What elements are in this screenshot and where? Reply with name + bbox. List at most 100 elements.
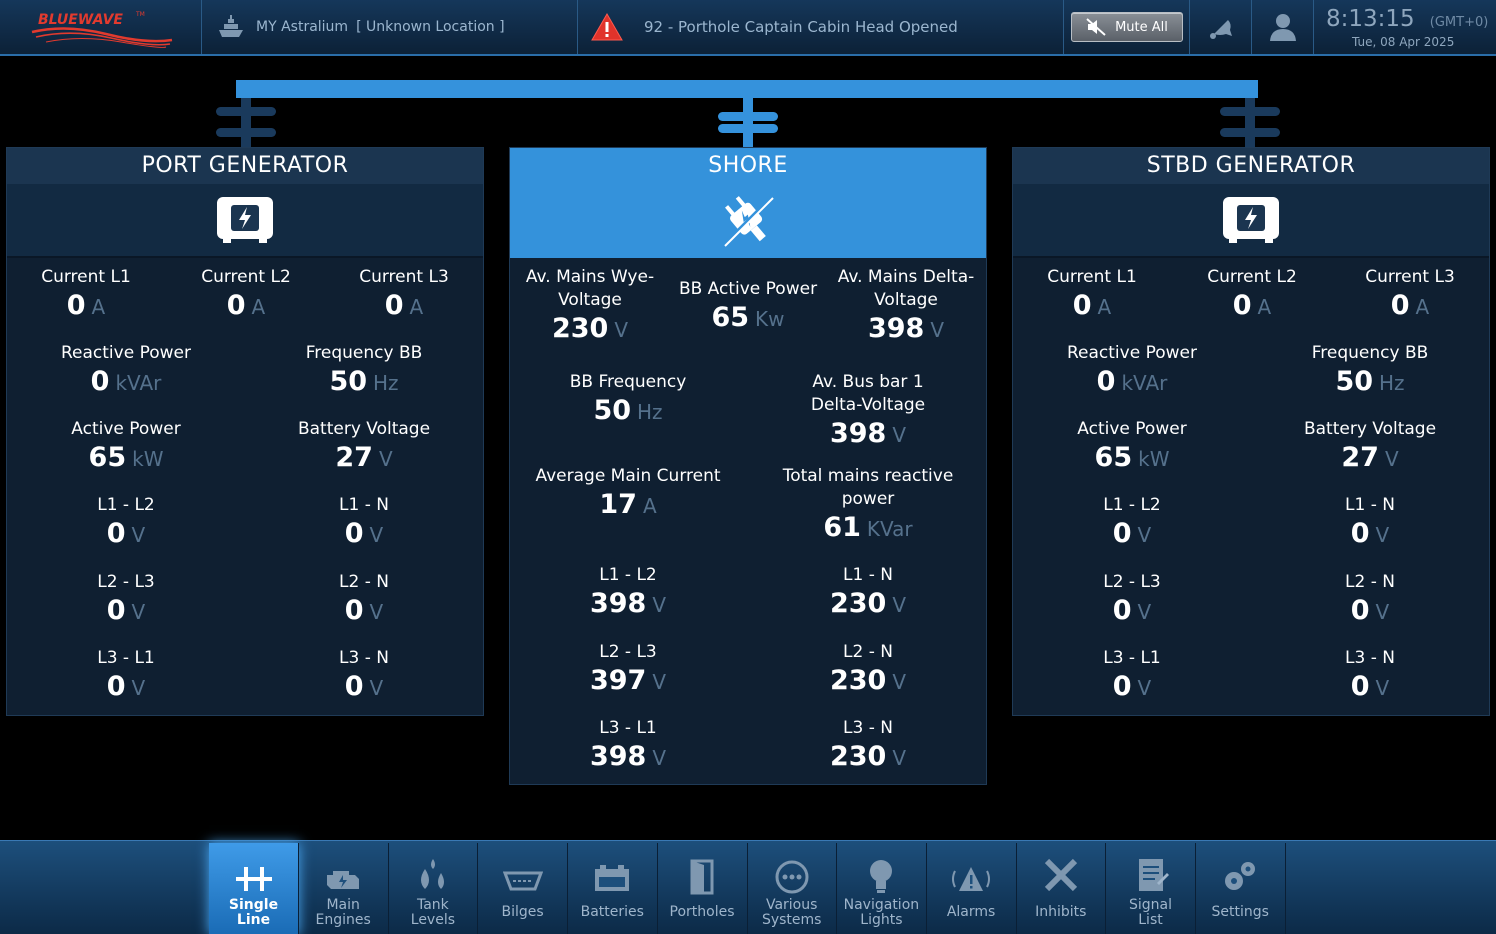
reading-field: Av. Bus bar 1 Delta-Voltage 398 V: [788, 371, 948, 452]
reading-value: 50 Hz: [548, 394, 708, 429]
shore-title: SHORE: [510, 148, 986, 184]
muted-speaker-icon: [1086, 18, 1106, 36]
reading-unit: kVAr: [1121, 371, 1168, 395]
alarm-icon: [927, 843, 1016, 895]
nav-item-various-systems[interactable]: Various Systems: [747, 843, 838, 934]
reading-unit: V: [892, 593, 907, 617]
reading-label: L1 - L2: [599, 565, 657, 585]
bilge-icon: [478, 843, 567, 895]
reading-number: 0: [1350, 518, 1370, 549]
reading-number: 0: [344, 518, 364, 549]
reading-label: Current L2: [1207, 267, 1297, 287]
single-line-screen: BLUEWAVE TM MY Astralium [ Unknown Locat…: [0, 0, 1496, 934]
reading-label: L2 - L3: [599, 642, 657, 662]
reading-field: L3 - L1 0 V: [47, 647, 205, 705]
reading-label: Reactive Power: [61, 343, 191, 363]
stbd-generator-title: STBD GENERATOR: [1013, 148, 1489, 184]
reading-number: 65: [88, 442, 127, 473]
reading-unit: V: [369, 676, 384, 700]
user-button[interactable]: [1252, 0, 1314, 54]
nav-item-main-engines[interactable]: Main Engines: [299, 843, 389, 934]
reading-unit: V: [1137, 600, 1152, 624]
nav-item-bilges[interactable]: Bilges: [478, 843, 569, 934]
reading-number: 230: [829, 741, 887, 772]
reading-number: 0: [66, 290, 86, 321]
reading-label: L1 - N: [1345, 495, 1395, 515]
reading-label: L3 - L1: [599, 718, 657, 738]
reading-value: 230 V: [788, 740, 948, 775]
reading-field: Av. Mains Wye-Voltage 230 V: [512, 266, 668, 347]
reading-label: L2 - L3: [1103, 572, 1161, 592]
shore-panel[interactable]: SHORE Av. Mains Wye-Voltage 230 V BB Active…: [509, 147, 987, 785]
reading-number: 0: [106, 518, 126, 549]
reading-field: L1 - N0V: [285, 494, 443, 552]
nav-item-signal-list[interactable]: Signal List: [1106, 843, 1196, 934]
reading-unit: A: [251, 295, 266, 319]
active-alarm-banner[interactable]: 92 - Porthole Captain Cabin Head Opened: [578, 0, 1064, 54]
nav-label: Batteries: [580, 904, 644, 920]
list-icon: [1106, 843, 1195, 895]
reading-value: 230 V: [788, 587, 948, 622]
reading-value: 0V: [285, 670, 443, 705]
nav-item-portholes[interactable]: Portholes: [658, 843, 748, 934]
nav-item-alarms[interactable]: Alarms: [927, 843, 1017, 934]
reading-number: 65: [1094, 442, 1133, 473]
yacht-icon: [219, 15, 243, 37]
reading-label: L1 - N: [339, 495, 389, 515]
reading-number: 230: [829, 665, 887, 696]
mute-all-button[interactable]: Mute All: [1070, 12, 1183, 42]
reading-number: 230: [551, 313, 609, 344]
nav-label: Bilges: [501, 904, 544, 920]
reading-number: 65: [711, 302, 750, 333]
reading-unit: V: [614, 318, 629, 342]
x-icon: [1016, 843, 1105, 895]
reading-field: Frequency BB 50 Hz: [285, 342, 443, 400]
reading-value: 65 kW: [47, 441, 205, 476]
bluewave-logo-icon: BLUEWAVE TM: [31, 11, 172, 48]
reading-value: 230 V: [512, 312, 668, 347]
vessel-name: MY Astralium: [256, 19, 349, 35]
reading-label: L3 - N: [1345, 648, 1395, 668]
reading-field: L2 - N 230 V: [788, 641, 948, 699]
vessel-info[interactable]: MY Astralium [ Unknown Location ]: [202, 0, 578, 54]
reading-number: 0: [106, 671, 126, 702]
nav-item-navigation-lights[interactable]: Navigation Lights: [837, 843, 927, 934]
bell-button[interactable]: [1190, 0, 1252, 54]
reading-number: 27: [335, 442, 373, 473]
reading-label: Active Power: [1077, 419, 1187, 439]
reading-label: Av. Mains Delta-Voltage: [837, 267, 975, 310]
clock: 8:13:15 (GMT+0) Tue, 08 Apr 2025: [1314, 0, 1496, 54]
port-generator-panel[interactable]: PORT GENERATOR Current L1 0 A Current L2 0 A C…: [6, 147, 484, 716]
reading-number: 50: [1335, 366, 1374, 397]
reading-unit: V: [131, 676, 146, 700]
nav-item-batteries[interactable]: Batteries: [568, 843, 658, 934]
bulb-icon: [837, 843, 926, 895]
reading-number: 0: [1112, 671, 1132, 702]
battery-icon: [568, 843, 657, 895]
stbd-generator-panel[interactable]: STBD GENERATOR Current L1 0 A Current L2 0 A C…: [1012, 147, 1490, 716]
reading-number: 0: [1350, 595, 1370, 626]
reading-label: Current L3: [1365, 267, 1455, 287]
port-generator-icon-area: [7, 184, 483, 258]
reading-field: Total mains reactive power 61 KVar: [768, 465, 968, 546]
reading-value: 50 Hz: [1291, 365, 1449, 400]
reading-value: 65 Kw: [670, 301, 826, 336]
reading-label: Battery Voltage: [1303, 419, 1437, 439]
reading-label: Reactive Power: [1067, 343, 1197, 363]
reading-number: 398: [589, 588, 647, 619]
clock-date: Tue, 08 Apr 2025: [1352, 35, 1455, 49]
reading-value: 0A: [325, 289, 483, 324]
reading-unit: V: [1375, 523, 1390, 547]
reading-unit: V: [1375, 676, 1390, 700]
reading-number: 398: [589, 741, 647, 772]
reading-field: L1 - L2 398 V: [548, 564, 708, 622]
nav-item-tank-levels[interactable]: Tank Levels: [388, 843, 479, 934]
reading-number: 17: [599, 489, 637, 520]
nav-item-inhibits[interactable]: Inhibits: [1016, 843, 1107, 934]
nav-item-settings[interactable]: Settings: [1196, 843, 1286, 934]
reading-unit: V: [652, 593, 667, 617]
reading-number: 27: [1341, 442, 1379, 473]
reading-unit: A: [1415, 295, 1430, 319]
shore-icon-area: [510, 184, 986, 258]
nav-item-single-line[interactable]: Single Line: [209, 843, 299, 934]
